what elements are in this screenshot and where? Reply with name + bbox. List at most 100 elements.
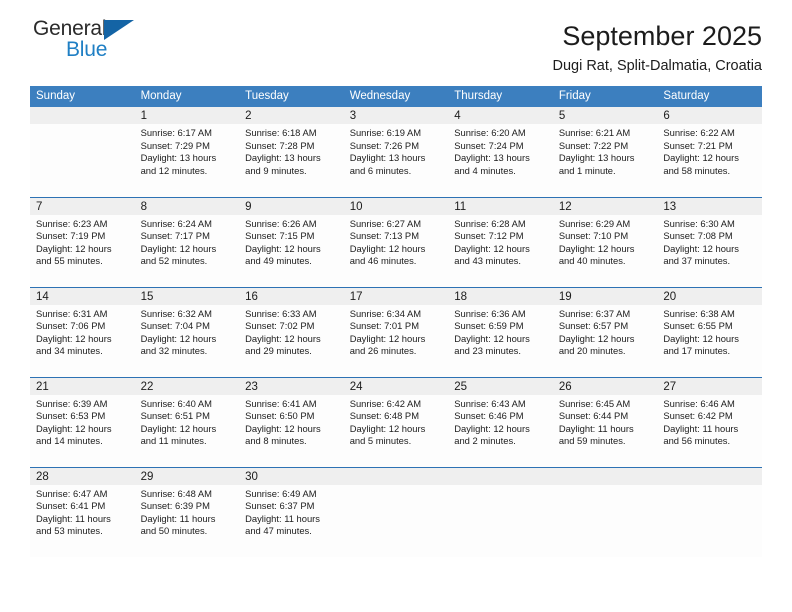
weekday-header-row: Sunday Monday Tuesday Wednesday Thursday… (30, 86, 762, 107)
day-cell-inner: 10 Sunrise: 6:27 AM Sunset: 7:13 PM Dayligh… (343, 197, 449, 286)
calendar-day-cell[interactable]: 5 Sunrise: 6:21 AM Sunset: 7:22 PM Daylight… (552, 107, 658, 197)
daylight-text-line1: Daylight: 11 hours (663, 422, 739, 434)
daylight-text-line2: and 52 minutes. (140, 255, 208, 267)
day-number: 20 (657, 287, 762, 305)
calendar-day-cell[interactable]: 4 Sunrise: 6:20 AM Sunset: 7:24 PM Daylight… (448, 107, 553, 197)
sunset-text: Sunset: 7:01 PM (349, 320, 419, 332)
generalblue-logo[interactable]: General Blue (30, 18, 163, 68)
sunset-text: Sunset: 6:57 PM (558, 320, 629, 332)
day-cell-details: Sunrise: 6:26 AM Sunset: 7:15 PM Daylight:… (239, 215, 344, 268)
daylight-text-line1: Daylight: 12 hours (245, 422, 321, 434)
day-number: 7 (30, 197, 135, 215)
day-cell-inner: 2 Sunrise: 6:18 AM Sunset: 7:28 PM Daylight… (239, 107, 344, 195)
day-cell-details: Sunrise: 6:38 AM Sunset: 6:55 PM Daylight:… (657, 305, 762, 358)
calendar-day-cell[interactable]: 17 Sunrise: 6:34 AM Sunset: 7:01 PM Dayligh… (343, 286, 449, 377)
day-number: 23 (239, 377, 344, 395)
calendar-day-cell[interactable]: 21 Sunrise: 6:39 AM Sunset: 6:53 PM Dayligh… (30, 376, 135, 467)
calendar-day-cell[interactable]: 30 Sunrise: 6:49 AM Sunset: 6:37 PM Dayligh… (239, 466, 344, 557)
calendar-day-cell[interactable]: 26 Sunrise: 6:45 AM Sunset: 6:44 PM Dayligh… (552, 376, 658, 467)
day-cell-inner: 15 Sunrise: 6:32 AM Sunset: 7:04 PM Dayligh… (134, 287, 240, 376)
daylight-text-line2: and 58 minutes. (663, 164, 731, 176)
calendar-day-cell[interactable]: 20 Sunrise: 6:38 AM Sunset: 6:55 PM Dayligh… (657, 286, 762, 377)
page-title: September 2025 (562, 21, 762, 51)
sunrise-text: Sunrise: 6:38 AM (663, 307, 735, 319)
calendar-day-cell[interactable]: 2 Sunrise: 6:18 AM Sunset: 7:28 PM Daylight… (239, 107, 344, 197)
day-number: 11 (448, 197, 553, 215)
calendar-day-cell[interactable]: 14 Sunrise: 6:31 AM Sunset: 7:06 PM Dayligh… (30, 286, 135, 377)
daylight-text-line2: and 4 minutes. (454, 164, 516, 176)
day-cell-inner: 21 Sunrise: 6:39 AM Sunset: 6:53 PM Dayligh… (30, 377, 135, 466)
daylight-text-line1: Daylight: 12 hours (454, 422, 530, 434)
day-number: 2 (239, 107, 344, 124)
daylight-text-line1: Daylight: 12 hours (36, 242, 112, 254)
day-cell-details (657, 485, 762, 488)
sunset-text: Sunset: 6:53 PM (36, 410, 106, 422)
calendar-page: General Blue September 2025 Dugi Rat, Sp… (0, 0, 792, 612)
day-cell-details: Sunrise: 6:21 AM Sunset: 7:22 PM Daylight:… (553, 124, 658, 177)
sunrise-text: Sunrise: 6:43 AM (454, 397, 526, 409)
calendar-day-cell[interactable]: 13 Sunrise: 6:30 AM Sunset: 7:08 PM Dayligh… (657, 196, 762, 287)
day-cell-inner: 4 Sunrise: 6:20 AM Sunset: 7:24 PM Daylight… (448, 107, 553, 195)
daylight-text-line1: Daylight: 12 hours (349, 332, 426, 344)
calendar-day-cell[interactable]: 24 Sunrise: 6:42 AM Sunset: 6:48 PM Dayligh… (343, 376, 449, 467)
sunset-text: Sunset: 6:50 PM (245, 410, 315, 422)
calendar-day-cell[interactable]: 29 Sunrise: 6:48 AM Sunset: 6:39 PM Dayligh… (134, 466, 240, 557)
day-number: 12 (552, 197, 658, 215)
calendar-day-cell[interactable]: 27 Sunrise: 6:46 AM Sunset: 6:42 PM Dayligh… (657, 376, 762, 467)
sunset-text: Sunset: 6:51 PM (140, 410, 210, 422)
calendar-day-cell[interactable]: 6 Sunrise: 6:22 AM Sunset: 7:21 PM Daylight… (657, 107, 762, 197)
day-cell-details: Sunrise: 6:20 AM Sunset: 7:24 PM Daylight:… (448, 124, 553, 177)
sunset-text: Sunset: 7:22 PM (558, 139, 629, 151)
calendar-day-cell[interactable]: 8 Sunrise: 6:24 AM Sunset: 7:17 PM Daylight… (134, 196, 240, 287)
day-number: 14 (30, 287, 135, 305)
day-cell-details: Sunrise: 6:47 AM Sunset: 6:41 PM Daylight:… (30, 485, 135, 538)
logo-text-blue: Blue (66, 38, 108, 61)
day-cell-details: Sunrise: 6:33 AM Sunset: 7:02 PM Daylight:… (239, 305, 344, 358)
calendar-day-cell[interactable]: 10 Sunrise: 6:27 AM Sunset: 7:13 PM Dayligh… (343, 196, 449, 287)
daylight-text-line1: Daylight: 12 hours (140, 332, 217, 344)
day-cell-details: Sunrise: 6:22 AM Sunset: 7:21 PM Daylight:… (657, 124, 762, 177)
day-number: 22 (134, 377, 240, 395)
calendar-day-cell[interactable]: 22 Sunrise: 6:40 AM Sunset: 6:51 PM Dayligh… (134, 376, 240, 467)
daylight-text-line2: and 50 minutes. (140, 525, 208, 537)
calendar-day-cell[interactable]: 25 Sunrise: 6:43 AM Sunset: 6:46 PM Dayligh… (448, 376, 553, 467)
calendar-day-cell[interactable]: 1 Sunrise: 6:17 AM Sunset: 7:29 PM Daylight… (134, 107, 240, 197)
calendar-day-cell[interactable]: 19 Sunrise: 6:37 AM Sunset: 6:57 PM Dayligh… (552, 286, 658, 377)
calendar-day-cell[interactable]: 12 Sunrise: 6:29 AM Sunset: 7:10 PM Dayligh… (552, 196, 658, 287)
daylight-text-line1: Daylight: 12 hours (454, 332, 530, 344)
day-number: 25 (448, 377, 553, 395)
day-cell-details: Sunrise: 6:19 AM Sunset: 7:26 PM Daylight:… (344, 124, 449, 177)
daylight-text-line1: Daylight: 11 hours (36, 512, 111, 524)
day-cell-details: Sunrise: 6:39 AM Sunset: 6:53 PM Daylight:… (30, 395, 135, 448)
daylight-text-line1: Daylight: 12 hours (349, 422, 426, 434)
sunrise-text: Sunrise: 6:17 AM (140, 127, 212, 138)
calendar-day-cell[interactable]: 9 Sunrise: 6:26 AM Sunset: 7:15 PM Daylight… (239, 196, 344, 287)
calendar-day-cell[interactable]: 18 Sunrise: 6:36 AM Sunset: 6:59 PM Dayligh… (448, 286, 553, 377)
daylight-text-line2: and 8 minutes. (245, 435, 307, 447)
sunrise-text: Sunrise: 6:26 AM (245, 217, 317, 229)
calendar-day-cell[interactable]: 28 Sunrise: 6:47 AM Sunset: 6:41 PM Dayligh… (30, 466, 135, 557)
daylight-text-line1: Daylight: 12 hours (140, 422, 217, 434)
calendar-day-cell[interactable]: 3 Sunrise: 6:19 AM Sunset: 7:26 PM Daylight… (343, 107, 449, 197)
daylight-text-line2: and 49 minutes. (245, 255, 312, 267)
calendar-day-cell[interactable]: 16 Sunrise: 6:33 AM Sunset: 7:02 PM Dayligh… (239, 286, 344, 377)
calendar-day-cell[interactable]: 15 Sunrise: 6:32 AM Sunset: 7:04 PM Dayligh… (134, 286, 240, 377)
day-number: 19 (552, 287, 658, 305)
calendar-week-row: 7 Sunrise: 6:23 AM Sunset: 7:19 PM Daylight… (30, 196, 762, 287)
day-cell-details: Sunrise: 6:45 AM Sunset: 6:44 PM Daylight:… (553, 395, 658, 448)
daylight-text-line1: Daylight: 11 hours (140, 512, 216, 524)
daylight-text-line2: and 20 minutes. (558, 345, 626, 357)
day-number: 27 (657, 377, 762, 395)
sunset-text: Sunset: 7:04 PM (140, 320, 210, 332)
sunset-text: Sunset: 7:17 PM (140, 230, 210, 242)
daylight-text-line1: Daylight: 12 hours (454, 242, 530, 254)
page-header: General Blue September 2025 Dugi Rat, Sp… (30, 0, 762, 86)
day-cell-details: Sunrise: 6:41 AM Sunset: 6:50 PM Daylight:… (239, 395, 344, 448)
sunset-text: Sunset: 7:29 PM (140, 139, 210, 151)
calendar-day-cell[interactable]: 7 Sunrise: 6:23 AM Sunset: 7:19 PM Daylight… (30, 196, 135, 287)
day-number: 9 (239, 197, 344, 215)
sunset-text: Sunset: 7:12 PM (454, 230, 524, 242)
calendar-day-cell[interactable]: 23 Sunrise: 6:41 AM Sunset: 6:50 PM Dayligh… (239, 376, 344, 467)
calendar-day-cell[interactable]: 11 Sunrise: 6:28 AM Sunset: 7:12 PM Dayligh… (448, 196, 553, 287)
daylight-text-line1: Daylight: 12 hours (245, 242, 321, 254)
